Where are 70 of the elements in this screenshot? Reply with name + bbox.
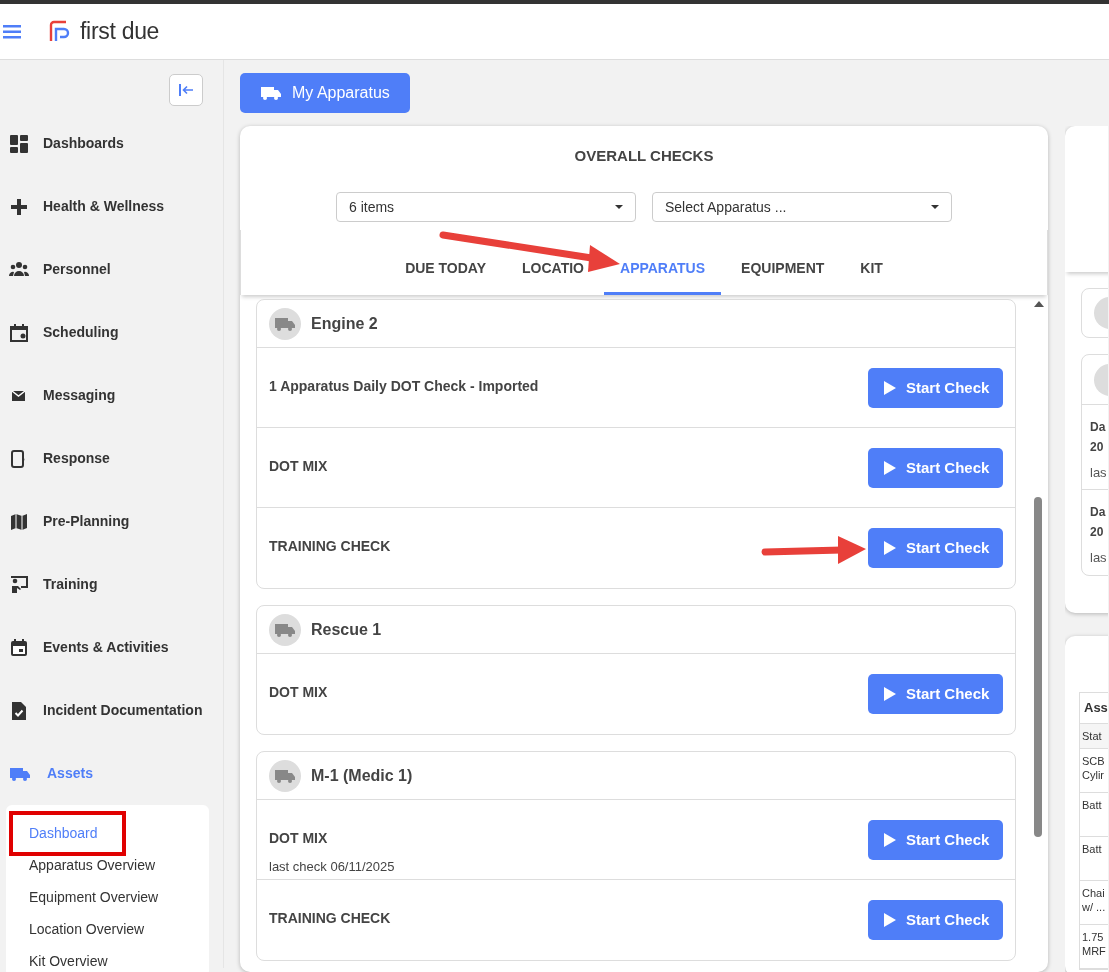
apparatus-dropdown[interactable]: Select Apparatus ... bbox=[652, 192, 952, 222]
logo-text: first due bbox=[80, 17, 160, 47]
item-subtitle: las bbox=[1090, 549, 1108, 567]
nav-icon bbox=[9, 637, 29, 658]
nav-link-text[interactable]: Dashboards bbox=[43, 133, 124, 154]
submenu-link[interactable]: Kit Overview bbox=[29, 950, 108, 972]
check-name: DOT MIX bbox=[269, 829, 329, 848]
section-title: OVERALL CHECKS bbox=[573, 146, 715, 166]
check-name: DOT MIX bbox=[269, 683, 328, 702]
check-name: DOT MIX bbox=[269, 457, 328, 476]
check-name: TRAINING CHECK bbox=[269, 537, 391, 556]
collapse-icon bbox=[178, 83, 194, 97]
play-icon bbox=[884, 541, 896, 555]
nav-link-text[interactable]: Training bbox=[43, 574, 98, 595]
nav-icon bbox=[9, 511, 29, 532]
play-icon bbox=[884, 381, 896, 395]
apparatus-name: Rescue 1 bbox=[311, 619, 382, 640]
nav-link-text[interactable]: Response bbox=[43, 448, 110, 469]
caret-icon bbox=[931, 205, 939, 209]
nav-link-text[interactable]: Messaging bbox=[43, 385, 116, 406]
start-check-button[interactable]: Start Check bbox=[868, 674, 1003, 714]
tab[interactable]: KIT bbox=[844, 245, 899, 295]
start-check-button[interactable]: Start Check bbox=[868, 368, 1003, 408]
start-check-button[interactable]: Start Check bbox=[868, 900, 1003, 940]
menu-icon[interactable] bbox=[3, 24, 21, 39]
nav-link-text[interactable]: Incident Documentation bbox=[43, 700, 203, 721]
items-dropdown[interactable]: 6 items bbox=[336, 192, 636, 222]
caret-icon bbox=[615, 205, 623, 209]
truck-icon bbox=[260, 84, 282, 102]
apparatus-name: M-1 (Medic 1) bbox=[311, 765, 413, 786]
start-check-button[interactable]: Start Check bbox=[868, 528, 1003, 568]
nav-icon bbox=[9, 133, 29, 154]
table-cell: SCB Cylir bbox=[1080, 749, 1108, 793]
table-cell: Batt bbox=[1080, 793, 1108, 837]
nav-link-text[interactable]: Pre-Planning bbox=[43, 511, 130, 532]
apparatus-name: Engine 2 bbox=[311, 313, 378, 334]
tab[interactable]: LOCATIO bbox=[506, 245, 600, 295]
nav-icon bbox=[9, 700, 29, 721]
last-check-text: last check 06/11/2025 bbox=[269, 858, 395, 876]
submenu-link[interactable]: Location Overview bbox=[29, 918, 145, 940]
nav-link-text[interactable]: Health & Wellness bbox=[43, 196, 165, 217]
submenu-link[interactable]: Apparatus Overview bbox=[29, 854, 156, 876]
collapse-sidebar-button[interactable] bbox=[169, 74, 203, 106]
table-cell: Chai w/ ... bbox=[1080, 881, 1108, 925]
item-subtitle: las bbox=[1090, 464, 1108, 482]
nav-link-text[interactable]: Events & Activities bbox=[43, 637, 169, 658]
nav-link-text[interactable]: Scheduling bbox=[43, 322, 119, 343]
check-name: TRAINING CHECK bbox=[269, 909, 391, 928]
submenu-link[interactable]: Equipment Overview bbox=[29, 886, 159, 908]
play-icon bbox=[884, 913, 896, 927]
play-icon bbox=[884, 833, 896, 847]
table-cell: 1.75 MRF bbox=[1080, 925, 1108, 969]
nav-icon bbox=[9, 322, 29, 343]
tab[interactable]: EQUIPMENT bbox=[725, 245, 841, 295]
item-title: Da 20 bbox=[1090, 504, 1107, 541]
nav-link-text[interactable]: Personnel bbox=[43, 259, 111, 280]
check-name: 1 Apparatus Daily DOT Check - Imported bbox=[269, 377, 539, 396]
logo-icon bbox=[48, 19, 72, 44]
play-icon bbox=[884, 687, 896, 701]
start-check-button[interactable]: Start Check bbox=[868, 820, 1003, 860]
my-apparatus-button[interactable]: My Apparatus bbox=[240, 73, 410, 113]
nav-icon bbox=[9, 574, 29, 595]
table-cell: Batt bbox=[1080, 837, 1108, 881]
tab[interactable]: DUE TODAY bbox=[389, 245, 503, 295]
column-header: Stat bbox=[1080, 724, 1108, 749]
scroll-up-icon bbox=[1034, 301, 1044, 307]
nav-icon bbox=[9, 196, 29, 217]
play-icon bbox=[884, 461, 896, 475]
start-check-button[interactable]: Start Check bbox=[868, 448, 1003, 488]
item-title: Da 20 bbox=[1090, 419, 1107, 456]
